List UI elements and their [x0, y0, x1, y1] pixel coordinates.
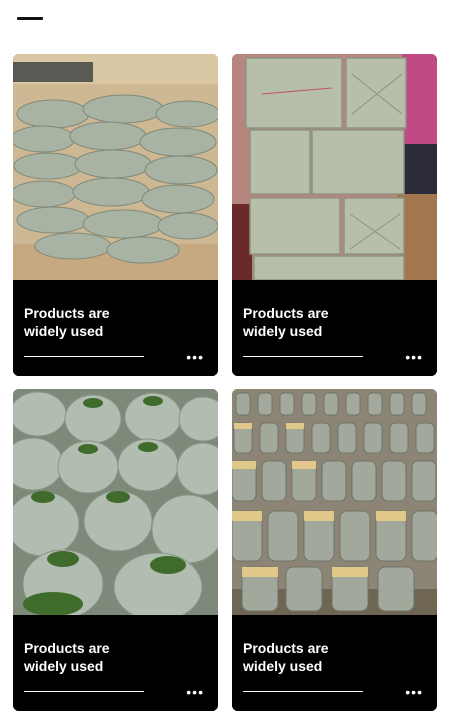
divider [24, 356, 144, 357]
divider [24, 691, 144, 692]
card-title: Products are widely used [243, 305, 329, 339]
grass-sacks-photo [13, 389, 218, 615]
card-title: Products are widely used [243, 640, 329, 674]
stacked-sandbags-photo [13, 54, 218, 280]
ellipsis-icon[interactable]: ••• [186, 350, 204, 364]
minus-icon[interactable] [17, 17, 43, 20]
card-caption: Products are widely used ••• [232, 280, 437, 376]
card-caption: Products are widely used ••• [232, 615, 437, 711]
sand-bags-rows-photo [232, 389, 437, 615]
card-caption: Products are widely used ••• [13, 615, 218, 711]
divider [243, 691, 363, 692]
product-card-grid: Products are widely used ••• Products ar… [13, 54, 437, 711]
card-caption: Products are widely used ••• [13, 280, 218, 376]
ellipsis-icon[interactable]: ••• [405, 685, 423, 699]
product-card[interactable]: Products are widely used ••• [13, 389, 218, 711]
product-card[interactable]: Products are widely used ••• [232, 389, 437, 711]
ellipsis-icon[interactable]: ••• [405, 350, 423, 364]
product-card[interactable]: Products are widely used ••• [232, 54, 437, 376]
card-title: Products are widely used [24, 640, 110, 674]
packed-bales-photo [232, 54, 437, 280]
product-card[interactable]: Products are widely used ••• [13, 54, 218, 376]
divider [243, 356, 363, 357]
ellipsis-icon[interactable]: ••• [186, 685, 204, 699]
card-title: Products are widely used [24, 305, 110, 339]
